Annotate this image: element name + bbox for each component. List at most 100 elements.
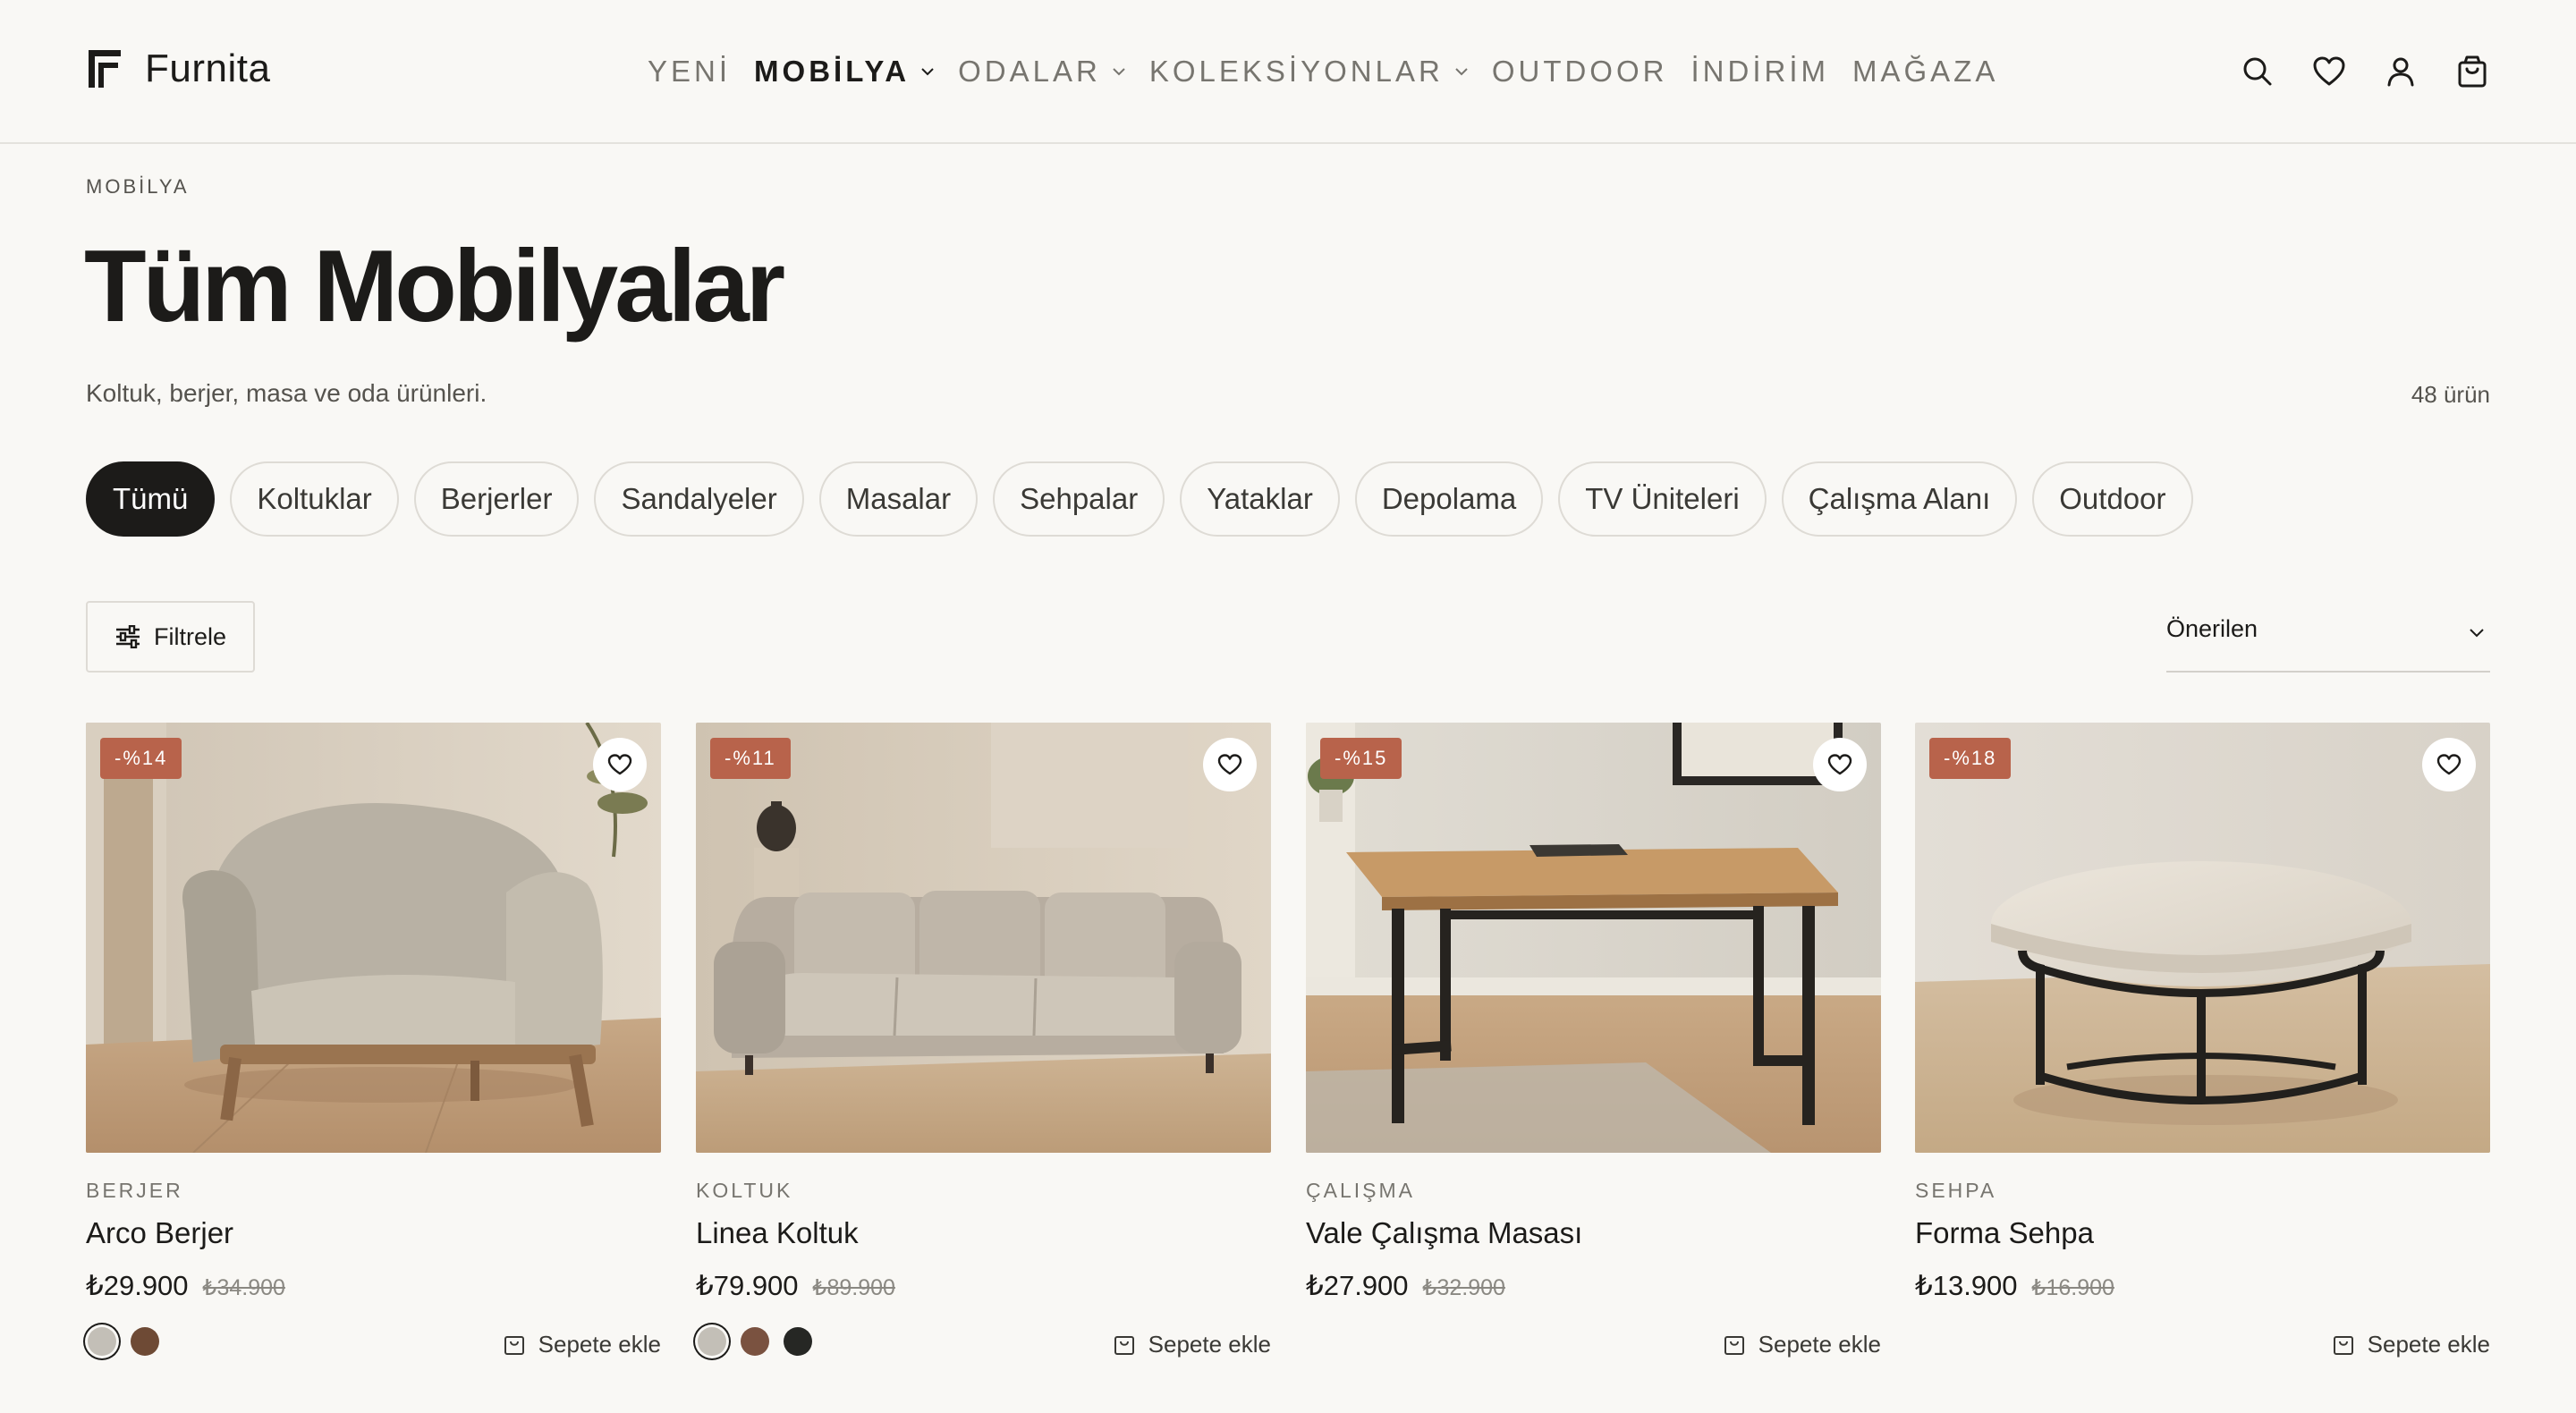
product-category: KOLTUK: [696, 1179, 793, 1202]
product-price-row: ₺29.900 ₺34.900: [86, 1270, 285, 1302]
product-price-row: ₺79.900 ₺89.900: [696, 1270, 895, 1302]
color-swatch-dark[interactable]: [784, 1327, 812, 1356]
discount-badge: -%18: [1929, 738, 2012, 779]
user-icon[interactable]: [2383, 54, 2419, 89]
color-swatch-brown[interactable]: [131, 1327, 159, 1356]
wishlist-button[interactable]: [1813, 738, 1867, 791]
bag-icon[interactable]: [2454, 54, 2490, 89]
product-old-price: ₺16.900: [2031, 1275, 2114, 1300]
wishlist-button[interactable]: [593, 738, 647, 791]
page-subtitle: Koltuk, berjer, masa ve oda ürünleri.: [86, 379, 487, 407]
sort-value: Önerilen: [2166, 615, 2258, 642]
filter-label: Filtrele: [154, 622, 227, 650]
category-chip-masalar[interactable]: Masalar: [818, 461, 979, 537]
category-chip-depolama[interactable]: Depolama: [1354, 461, 1544, 537]
product-price: ₺13.900: [1915, 1270, 2018, 1301]
wishlist-button[interactable]: [1203, 738, 1257, 791]
color-swatch-light[interactable]: [698, 1327, 726, 1356]
product-name[interactable]: Linea Koltuk: [696, 1216, 859, 1250]
add-to-cart-label: Sepete ekle: [538, 1331, 661, 1358]
wishlist-button[interactable]: [2422, 738, 2476, 791]
product-count: 48 ürün: [2411, 381, 2490, 408]
nav-item-mobilya[interactable]: MOBİLYA: [754, 55, 935, 89]
product-image[interactable]: -%18: [1915, 723, 2490, 1153]
chevron-down-icon: [921, 68, 934, 76]
nav-item-odalar[interactable]: ODALAR: [958, 55, 1126, 89]
color-swatch-light[interactable]: [88, 1327, 116, 1356]
nav-item-yeni[interactable]: YENİ: [648, 55, 731, 89]
bag-icon: [504, 1335, 524, 1355]
chevron-down-icon: [1455, 68, 1468, 76]
product-image[interactable]: -%14: [86, 723, 661, 1153]
product-image[interactable]: -%15: [1306, 723, 1881, 1153]
add-to-cart-button[interactable]: Sepete ekle: [503, 1331, 661, 1358]
category-chips: Tümü Koltuklar Berjerler Sandalyeler Mas…: [86, 461, 2208, 537]
discount-badge: -%15: [1320, 738, 1402, 779]
product-name[interactable]: Vale Çalışma Masası: [1306, 1216, 1582, 1250]
discount-badge: -%11: [710, 738, 791, 779]
heart-icon[interactable]: [2311, 54, 2347, 89]
category-chip-outdoor[interactable]: Outdoor: [2032, 461, 2193, 537]
product-card[interactable]: -%14 BERJER Arco Berjer ₺29.900 ₺34.900 …: [86, 723, 661, 1384]
add-to-cart-label: Sepete ekle: [2367, 1331, 2490, 1358]
category-chip-berjerler[interactable]: Berjerler: [413, 461, 580, 537]
nav-item-indirim[interactable]: İNDİRİM: [1690, 55, 1829, 89]
desk-image: [1306, 723, 1881, 1153]
nav-label: YENİ: [648, 55, 732, 88]
category-chip-koltuklar[interactable]: Koltuklar: [230, 461, 399, 537]
product-category: ÇALIŞMA: [1306, 1179, 1415, 1202]
product-image[interactable]: -%11: [696, 723, 1271, 1153]
product-card[interactable]: -%18 SEHPA Forma Sehpa ₺13.900 ₺16.900 S…: [1915, 723, 2490, 1384]
product-old-price: ₺32.900: [1422, 1275, 1505, 1300]
nav-item-koleksiyonlar[interactable]: KOLEKSİYONLAR: [1149, 55, 1469, 89]
product-price: ₺27.900: [1306, 1270, 1409, 1301]
sort-select[interactable]: Önerilen: [2166, 615, 2490, 673]
heart-icon: [607, 754, 632, 775]
search-icon[interactable]: [2240, 54, 2275, 89]
product-card[interactable]: -%11 KOLTUK Linea Koltuk ₺79.900 ₺89.900…: [696, 723, 1271, 1384]
add-to-cart-button[interactable]: Sepete ekle: [1723, 1331, 1881, 1358]
nav-label: OUTDOOR: [1491, 55, 1668, 88]
category-chip-sehpalar[interactable]: Sehpalar: [993, 461, 1165, 537]
color-swatches: [86, 1327, 174, 1356]
category-chip-sandalyeler[interactable]: Sandalyeler: [594, 461, 804, 537]
chevron-down-icon: [2470, 629, 2484, 638]
main-nav: YENİ MOBİLYA ODALAR KOLEKSİYONLAR OUTDOO…: [648, 50, 1998, 93]
product-name[interactable]: Arco Berjer: [86, 1216, 233, 1250]
product-price: ₺79.900: [696, 1270, 799, 1301]
brand-logo[interactable]: Furnita: [86, 47, 270, 91]
product-price-row: ₺13.900 ₺16.900: [1915, 1270, 2114, 1302]
header-actions: [2204, 54, 2490, 89]
category-chip-tv-uniteleri[interactable]: TV Üniteleri: [1558, 461, 1767, 537]
filter-button[interactable]: Filtrele: [86, 601, 255, 673]
discount-badge: -%14: [100, 738, 182, 779]
bag-icon: [2333, 1335, 2353, 1355]
site-header: Furnita YENİ MOBİLYA ODALAR KOLEKSİYONLA…: [0, 0, 2576, 144]
nav-label: MAĞAZA: [1852, 55, 1999, 88]
color-swatch-brown[interactable]: [741, 1327, 769, 1356]
bag-icon: [1724, 1335, 1744, 1355]
color-swatches: [696, 1327, 826, 1356]
add-to-cart-button[interactable]: Sepete ekle: [2332, 1331, 2490, 1358]
category-chip-yataklar[interactable]: Yataklar: [1180, 461, 1340, 537]
brand-name: Furnita: [145, 47, 271, 90]
category-chip-tumu[interactable]: Tümü: [86, 461, 216, 537]
nav-label: İNDİRİM: [1690, 55, 1829, 88]
nav-item-magaza[interactable]: MAĞAZA: [1852, 55, 1998, 89]
product-price: ₺29.900: [86, 1270, 189, 1301]
heart-icon: [1827, 754, 1852, 775]
category-chip-calisma-alani[interactable]: Çalışma Alanı: [1781, 461, 2018, 537]
nav-label: KOLEKSİYONLAR: [1148, 55, 1444, 88]
product-card[interactable]: -%15 ÇALIŞMA Vale Çalışma Masası ₺27.900…: [1306, 723, 1881, 1384]
add-to-cart-label: Sepete ekle: [1758, 1331, 1881, 1358]
add-to-cart-label: Sepete ekle: [1148, 1331, 1271, 1358]
breadcrumb[interactable]: MOBİLYA: [86, 175, 190, 199]
product-grid: -%14 BERJER Arco Berjer ₺29.900 ₺34.900 …: [86, 723, 2490, 1384]
product-category: BERJER: [86, 1179, 183, 1202]
add-to-cart-button[interactable]: Sepete ekle: [1113, 1331, 1271, 1358]
heart-icon: [2436, 754, 2462, 775]
sliders-icon: [116, 625, 140, 648]
nav-item-outdoor[interactable]: OUTDOOR: [1492, 55, 1668, 89]
nav-label: MOBİLYA: [754, 55, 911, 88]
product-name[interactable]: Forma Sehpa: [1915, 1216, 2094, 1250]
